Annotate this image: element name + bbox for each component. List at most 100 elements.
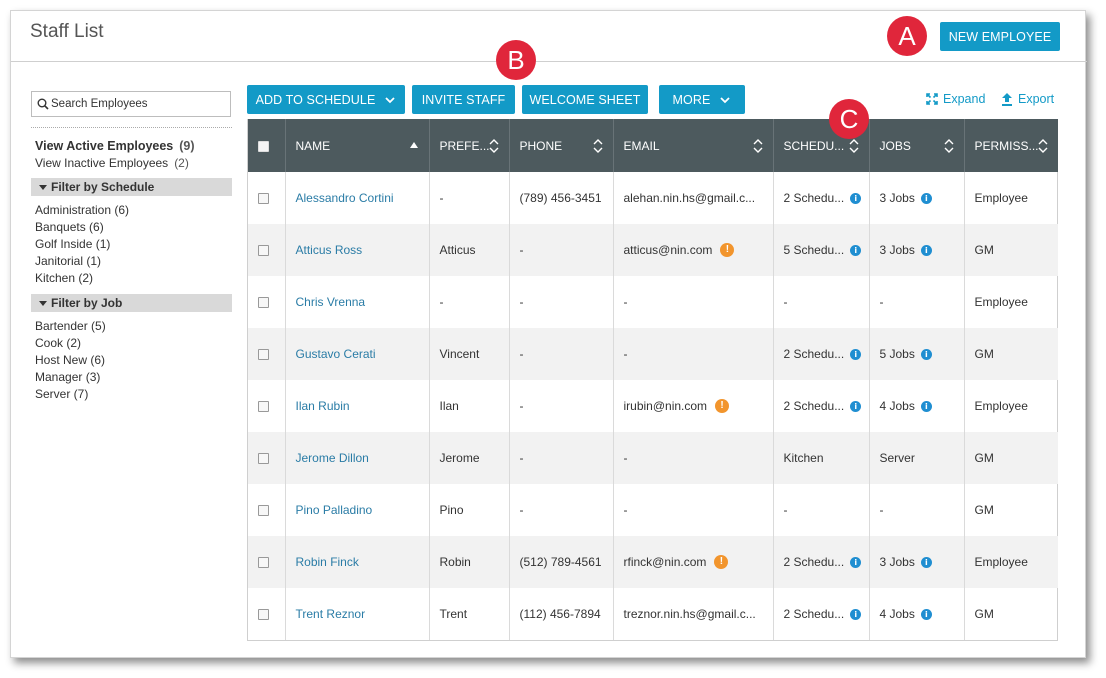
preferred-name-cell: Trent xyxy=(429,588,510,640)
search-field[interactable] xyxy=(31,91,231,117)
email-text: - xyxy=(623,503,628,517)
permission-cell: Employee xyxy=(964,536,1058,588)
column-header-name[interactable]: NAME xyxy=(285,119,430,172)
more-button[interactable]: MORE xyxy=(659,85,745,114)
info-icon[interactable]: i xyxy=(920,245,932,257)
schedule-filter-item[interactable]: Kitchen (2) xyxy=(35,270,129,287)
info-icon[interactable]: i xyxy=(920,193,932,205)
info-icon[interactable]: i xyxy=(850,401,862,413)
filter-by-schedule-header[interactable]: Filter by Schedule xyxy=(31,178,232,196)
row-checkbox[interactable] xyxy=(258,193,269,205)
table-row[interactable]: Jerome Dillon Jerome - - Kitchen Server GM xyxy=(248,432,1058,484)
name-cell: Trent Reznor xyxy=(285,588,430,640)
column-header-permissions[interactable]: PERMISS... xyxy=(964,119,1058,172)
schedule-filter-item[interactable]: Banquets (6) xyxy=(35,219,129,236)
preferred-name-cell: Atticus xyxy=(429,224,510,276)
info-icon[interactable]: i xyxy=(850,245,862,257)
title-divider xyxy=(11,61,1087,62)
row-checkbox[interactable] xyxy=(258,453,269,465)
row-checkbox[interactable] xyxy=(258,609,269,621)
table-row[interactable]: Chris Vrenna - - - - - Employee xyxy=(248,276,1058,328)
employee-name-link[interactable]: Robin Finck xyxy=(296,555,359,569)
phone-cell: - xyxy=(509,484,614,536)
info-icon[interactable]: i xyxy=(850,557,862,569)
email-cell: - xyxy=(613,484,774,536)
employee-name-link[interactable]: Ilan Rubin xyxy=(296,399,350,413)
table-row[interactable]: Pino Palladino Pino - - - - GM xyxy=(248,484,1058,536)
column-header-email[interactable]: EMAIL xyxy=(613,119,774,172)
schedule-filter-item[interactable]: Golf Inside (1) xyxy=(35,236,129,253)
schedule-filter-item[interactable]: Administration (6) xyxy=(35,202,129,219)
row-select-cell xyxy=(248,380,286,432)
table-row[interactable]: Trent Reznor Trent (112) 456-7894 treznor.n… xyxy=(248,588,1058,640)
schedules-cell: Kitchen xyxy=(773,432,870,484)
warning-icon[interactable]: ! xyxy=(720,243,735,258)
warning-icon[interactable]: ! xyxy=(714,555,729,570)
row-checkbox[interactable] xyxy=(258,349,269,361)
schedules-cell: - xyxy=(773,484,870,536)
info-icon[interactable]: i xyxy=(850,609,862,621)
email-cell: alehan.nin.hs@gmail.c... xyxy=(613,172,774,224)
view-active-employees-link[interactable]: View Active Employees (9) xyxy=(35,139,195,153)
row-checkbox[interactable] xyxy=(258,557,269,569)
schedules-cell: 2 Schedu... i xyxy=(773,536,870,588)
table-row[interactable]: Gustavo Cerati Vincent - -2 Schedu... i 5 Job… xyxy=(248,328,1058,380)
job-filter-item[interactable]: Manager (3) xyxy=(35,369,106,386)
schedule-filter-item[interactable]: Janitorial (1) xyxy=(35,253,129,270)
job-filter-item[interactable]: Cook (2) xyxy=(35,335,106,352)
table-row[interactable]: Alessandro Cortini - (789) 456-3451 alehan.… xyxy=(248,172,1058,224)
welcome-sheet-button[interactable]: WELCOME SHEET xyxy=(522,85,648,114)
info-icon[interactable]: i xyxy=(850,193,862,205)
schedules-text: 5 Schedu... xyxy=(783,243,845,257)
row-checkbox[interactable] xyxy=(258,245,269,257)
info-icon[interactable]: i xyxy=(850,349,862,361)
employee-name-link[interactable]: Jerome Dillon xyxy=(296,451,369,465)
job-filter-item[interactable]: Bartender (5) xyxy=(35,318,106,335)
add-to-schedule-button[interactable]: ADD TO SCHEDULE xyxy=(247,85,405,114)
email-cell: treznor.nin.hs@gmail.c... xyxy=(613,588,774,640)
job-filter-item[interactable]: Host New (6) xyxy=(35,352,106,369)
select-all-checkbox[interactable] xyxy=(258,140,269,152)
employee-name-link[interactable]: Alessandro Cortini xyxy=(296,191,394,205)
schedules-cell: 2 Schedu... i xyxy=(773,588,870,640)
table-row[interactable]: Atticus Ross Atticus - atticus@nin.com! 5 Sc… xyxy=(248,224,1058,276)
permission-cell: GM xyxy=(964,224,1058,276)
new-employee-button[interactable]: NEW EMPLOYEE xyxy=(940,22,1060,51)
info-icon[interactable]: i xyxy=(920,609,932,621)
row-checkbox[interactable] xyxy=(258,401,269,413)
info-icon[interactable]: i xyxy=(920,557,932,569)
sort-icon xyxy=(489,139,498,153)
row-checkbox[interactable] xyxy=(258,505,269,517)
employee-name-link[interactable]: Pino Palladino xyxy=(296,503,373,517)
table-row[interactable]: Ilan Rubin Ilan - irubin@nin.com! 2 Schedu..… xyxy=(248,380,1058,432)
warning-icon[interactable]: ! xyxy=(715,399,730,414)
employee-name-link[interactable]: Gustavo Cerati xyxy=(296,347,376,361)
permission-cell: Employee xyxy=(974,191,1028,205)
employee-name-link[interactable]: Chris Vrenna xyxy=(296,295,366,309)
export-link[interactable]: Export xyxy=(1001,92,1054,106)
schedules-cell: 2 Schedu... i xyxy=(773,380,870,432)
sidebar-divider xyxy=(31,127,232,128)
job-filter-item[interactable]: Server (7) xyxy=(35,386,106,403)
jobs-cell: 5 Jobs i xyxy=(869,328,965,380)
email-text: atticus@nin.com xyxy=(623,242,713,257)
row-checkbox[interactable] xyxy=(258,297,269,309)
name-cell: Gustavo Cerati xyxy=(285,328,430,380)
table-row[interactable]: Robin Finck Robin (512) 789-4561 rfinck@nin… xyxy=(248,536,1058,588)
phone-cell: - xyxy=(509,224,614,276)
invite-staff-button[interactable]: INVITE STAFF xyxy=(412,85,515,114)
employee-name-link[interactable]: Trent Reznor xyxy=(296,607,366,621)
filter-by-job-header[interactable]: Filter by Job xyxy=(31,294,232,312)
view-inactive-employees-link[interactable]: View Inactive Employees (2) xyxy=(35,156,189,170)
info-icon[interactable]: i xyxy=(920,401,932,413)
expand-link[interactable]: Expand xyxy=(926,92,985,106)
column-header-phone[interactable]: PHONE xyxy=(509,119,614,172)
employee-name-link[interactable]: Atticus Ross xyxy=(296,243,363,257)
add-to-schedule-label: ADD TO SCHEDULE xyxy=(255,92,376,107)
info-icon[interactable]: i xyxy=(920,349,932,361)
column-header-preferred[interactable]: PREFE... xyxy=(429,119,510,172)
select-all-cell xyxy=(248,119,286,172)
search-input[interactable] xyxy=(51,98,221,110)
sort-icon xyxy=(849,139,858,153)
column-header-jobs[interactable]: JOBS xyxy=(869,119,965,172)
